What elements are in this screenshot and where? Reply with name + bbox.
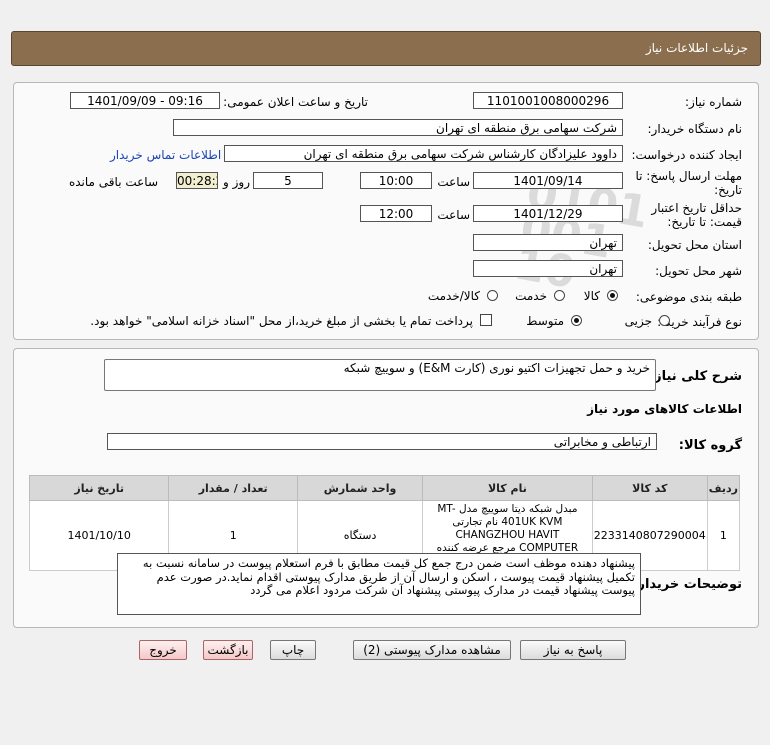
back-button[interactable]: بازگشت	[203, 640, 253, 660]
process-option-minor: جزیی	[624, 314, 652, 328]
category-label: طبقه بندی موضوعی:	[635, 290, 742, 304]
goods-group-label: گروه کالا:	[678, 438, 742, 453]
announce-label: تاریخ و ساعت اعلان عمومی:	[223, 95, 368, 109]
process-label: نوع فرآیند خرید :	[657, 315, 742, 329]
goods-group-field: ارتباطی و مخابراتی	[107, 433, 657, 450]
category-radio-goods[interactable]	[607, 290, 618, 301]
col-date: تاریخ نیاز	[28, 475, 170, 501]
need-number-label: شماره نیاز:	[685, 95, 742, 109]
summary-label: شرح کلی نیاز:	[648, 369, 742, 384]
summary-field: خرید و حمل تجهیزات اکتیو نوری (کارت E&M)…	[104, 359, 656, 391]
validity-label: حداقل تاریخ اعتبار	[651, 201, 742, 215]
deadline-date-field: 1401/09/14	[473, 172, 623, 189]
col-unit: واحد شمارش	[297, 475, 424, 501]
creator-label: ایجاد کننده درخواست:	[631, 148, 742, 162]
validity-date-field: 1401/12/29	[473, 205, 623, 222]
payment-note: پرداخت تمام یا بخشی از مبلغ خرید،از محل …	[90, 314, 473, 328]
category-option-goods: کالا	[583, 289, 600, 303]
contact-buyer-link[interactable]: اطلاعات تماس خریدار	[110, 148, 221, 162]
category-option-goods-service: کالا/خدمت	[427, 289, 480, 303]
city-field: تهران	[473, 260, 623, 277]
validity-time-field: 12:00	[360, 205, 432, 222]
announce-field: 1401/09/09 - 09:16	[70, 92, 220, 109]
category-radio-service[interactable]	[554, 290, 565, 301]
deadline-time-field: 10:00	[360, 172, 432, 189]
days-label: روز و	[223, 175, 250, 189]
page-header: جزئیات اطلاعات نیاز	[11, 31, 761, 66]
deadline-label-date: تاریخ:	[714, 183, 742, 197]
col-name: نام کالا	[422, 475, 593, 501]
view-attachments-button[interactable]: مشاهده مدارک پیوستی (2)	[353, 640, 511, 660]
treasury-payment-checkbox[interactable]	[480, 314, 492, 326]
deadline-label: مهلت ارسال پاسخ: تا	[635, 169, 742, 183]
creator-field: داوود علیزادگان کارشناس شرکت سهامی برق م…	[224, 145, 623, 162]
remaining-label: ساعت باقی مانده	[68, 175, 158, 189]
goods-info-title: اطلاعات کالاهای مورد نیاز	[587, 402, 742, 416]
process-radio-medium[interactable]	[571, 315, 582, 326]
buyer-notes-label: توضیحات خریدار:	[632, 577, 742, 592]
cell-row: 1	[706, 500, 741, 571]
print-button[interactable]: چاپ	[270, 640, 316, 660]
remaining-time-field: 00:28:21	[176, 172, 218, 189]
col-row: ردیف	[706, 475, 741, 501]
buyer-notes-field: پیشنهاد دهنده موظف است ضمن درج جمع کل قی…	[117, 553, 641, 615]
process-radio-minor[interactable]	[659, 315, 670, 326]
reply-button[interactable]: پاسخ به نیاز	[520, 640, 626, 660]
category-radio-goods-service[interactable]	[487, 290, 498, 301]
city-label: شهر محل تحویل:	[655, 264, 742, 278]
buyer-org-label: نام دستگاه خریدار:	[647, 122, 743, 136]
province-label: استان محل تحویل:	[647, 238, 742, 252]
buyer-org-field: شرکت سهامی برق منطقه ای تهران	[173, 119, 623, 136]
province-field: تهران	[473, 234, 623, 251]
exit-button[interactable]: خروج	[139, 640, 187, 660]
deadline-time-label: ساعت	[437, 175, 470, 189]
category-option-service: خدمت	[515, 289, 547, 303]
days-field: 5	[253, 172, 323, 189]
process-option-medium: متوسط	[526, 314, 564, 328]
col-qty: تعداد / مقدار	[168, 475, 299, 501]
goods-table-header: ردیف کد کالا نام کالا واحد شمارش تعداد /…	[28, 475, 741, 501]
validity-time-label: ساعت	[437, 208, 470, 222]
validity-label-date: قیمت: تا تاریخ:	[667, 215, 742, 229]
need-number-field: 1101001008000296	[473, 92, 623, 109]
col-code: کد کالا	[591, 475, 708, 501]
page-title: جزئیات اطلاعات نیاز	[645, 41, 748, 55]
